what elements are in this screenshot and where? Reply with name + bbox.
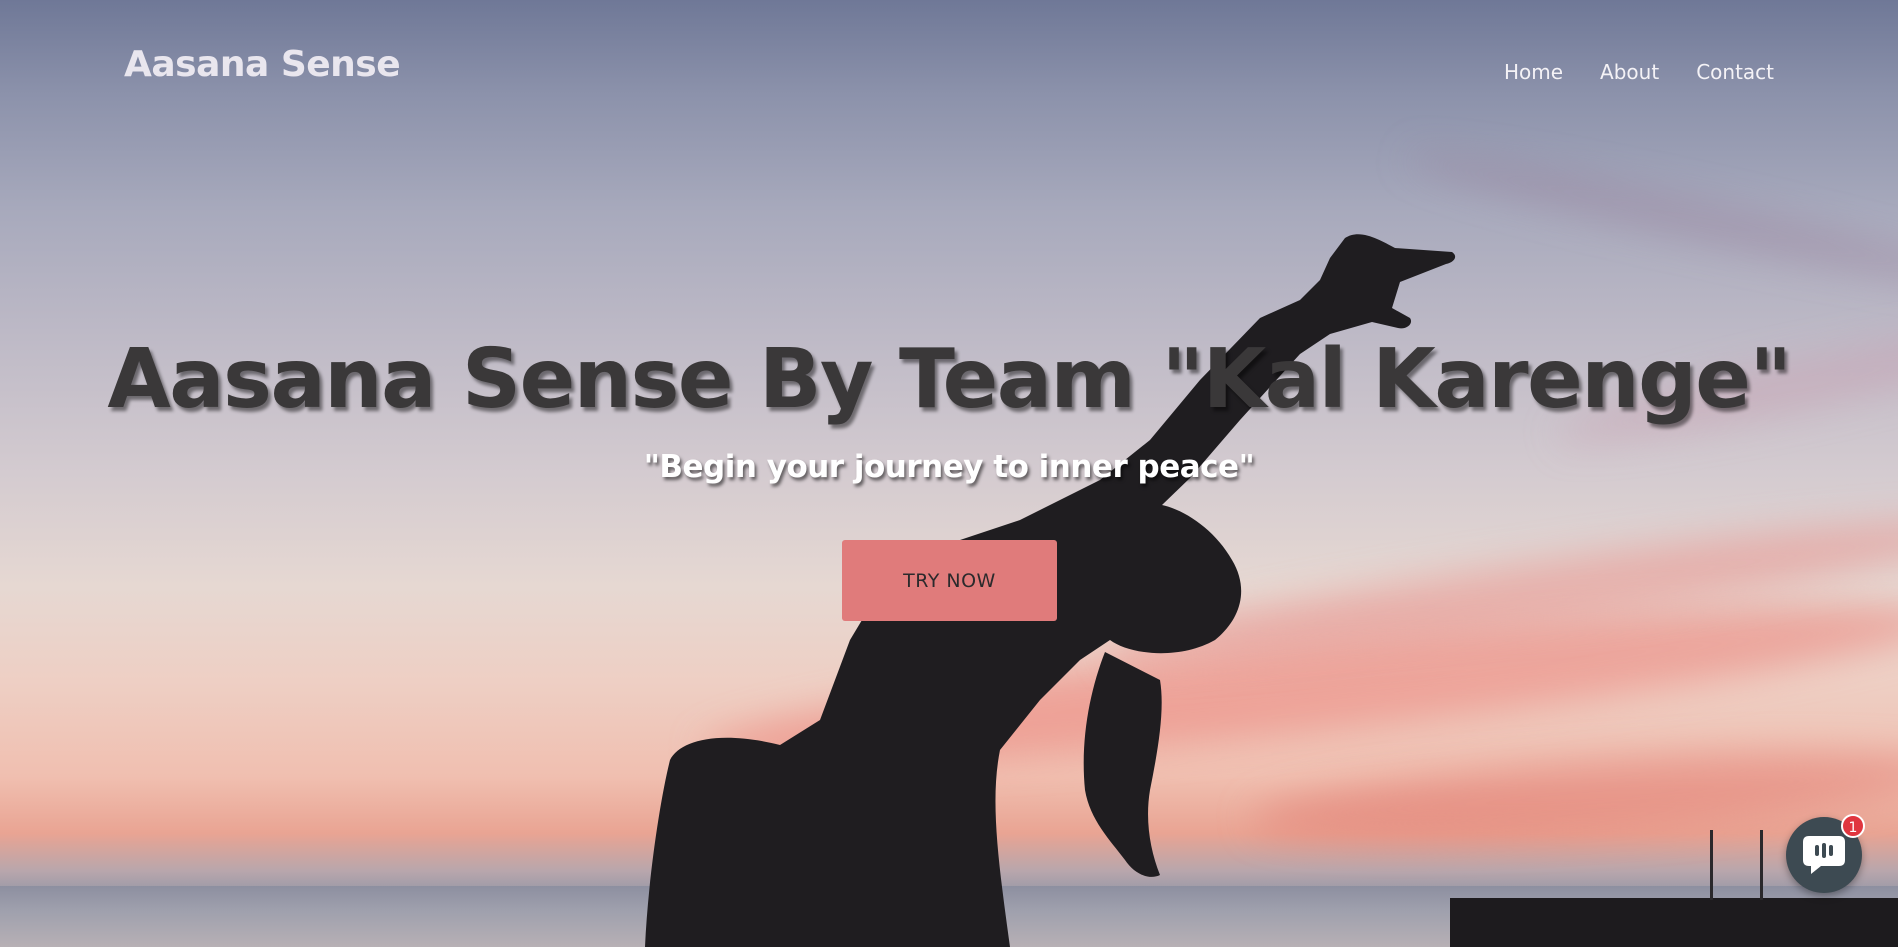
brand-logo[interactable]: Aasana Sense bbox=[124, 44, 401, 85]
nav-link-home[interactable]: Home bbox=[1504, 60, 1563, 84]
nav-link-about[interactable]: About bbox=[1600, 60, 1659, 84]
hero-tagline: "Begin your journey to inner peace" bbox=[643, 449, 1255, 485]
nav-link-contact[interactable]: Contact bbox=[1696, 60, 1774, 84]
try-now-button[interactable]: TRY NOW bbox=[842, 540, 1057, 621]
chat-notification-badge: 1 bbox=[1841, 814, 1865, 838]
hero-title: Aasana Sense By Team "Kal Karenge" bbox=[107, 332, 1792, 427]
nav-links: Home About Contact bbox=[1504, 60, 1774, 84]
chat-bubble-icon bbox=[1803, 836, 1845, 874]
top-navigation: Aasana Sense Home About Contact bbox=[0, 0, 1898, 140]
